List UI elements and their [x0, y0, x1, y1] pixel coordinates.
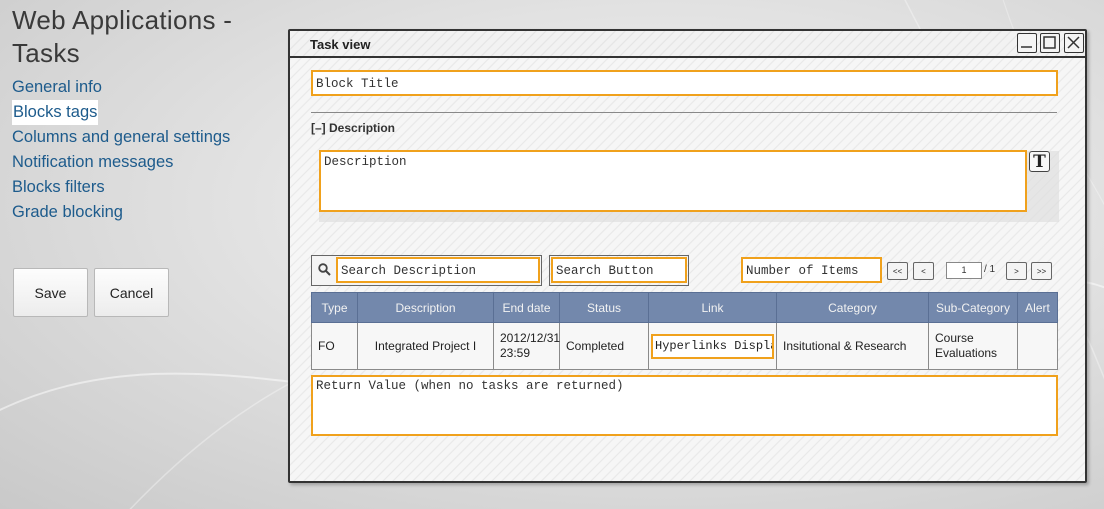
end-date: 2012/12/31	[500, 331, 561, 345]
search-button[interactable]: Search Button	[551, 257, 687, 283]
search-description-input[interactable]: Search Description	[336, 257, 540, 283]
nav-item-blocks-tags[interactable]: Blocks tags	[12, 100, 99, 125]
task-view-window: Task view Block Title [–] Description De…	[288, 29, 1087, 483]
page-total: / 1	[984, 264, 996, 275]
settings-nav: General info Blocks tags Columns and gen…	[12, 75, 230, 225]
table-header-row: Type Description End date Status Link Ca…	[311, 292, 1058, 323]
save-button[interactable]: Save	[13, 268, 88, 317]
table-row[interactable]: FO Integrated Project I 2012/12/31 23:59…	[311, 322, 1058, 370]
column-header-link[interactable]: Link	[648, 292, 777, 323]
end-time: 23:59	[500, 346, 531, 360]
nav-item-general-info[interactable]: General info	[12, 75, 230, 100]
cell-category: Insitutional & Research	[776, 322, 929, 370]
column-header-type[interactable]: Type	[311, 292, 358, 323]
number-of-items-select[interactable]: Number of Items	[741, 257, 882, 283]
divider	[311, 112, 1057, 113]
column-header-status[interactable]: Status	[559, 292, 649, 323]
column-header-end-date[interactable]: End date	[493, 292, 560, 323]
pager-first-button[interactable]: <<	[887, 262, 908, 280]
description-field[interactable]: Description	[319, 150, 1027, 212]
subcategory-line1: Course	[935, 331, 974, 345]
cell-alert	[1017, 322, 1058, 370]
tasks-table: Type Description End date Status Link Ca…	[311, 292, 1058, 370]
cancel-button[interactable]: Cancel	[94, 268, 169, 317]
window-titlebar: Task view	[290, 31, 1085, 58]
search-icon	[318, 263, 331, 281]
cell-link: Hyperlinks Display	[648, 322, 777, 370]
block-title-field[interactable]: Block Title	[311, 70, 1058, 96]
pager-prev-button[interactable]: <	[913, 262, 934, 280]
minimize-icon[interactable]	[1017, 33, 1037, 53]
page-number-input[interactable]: 1	[946, 262, 982, 279]
nav-item-columns-settings[interactable]: Columns and general settings	[12, 125, 230, 150]
description-section-toggle[interactable]: [–] Description	[311, 121, 395, 135]
column-header-category[interactable]: Category	[776, 292, 929, 323]
subcategory-line2: Evaluations	[935, 346, 998, 360]
cell-subcategory: Course Evaluations	[928, 322, 1018, 370]
maximize-icon[interactable]	[1040, 33, 1060, 53]
cell-status: Completed	[559, 322, 649, 370]
cell-end-date: 2012/12/31 23:59	[493, 322, 561, 370]
cell-description: Integrated Project I	[357, 322, 494, 370]
column-header-description[interactable]: Description	[357, 292, 494, 323]
column-header-alert[interactable]: Alert	[1017, 292, 1058, 323]
nav-item-blocks-filters[interactable]: Blocks filters	[12, 175, 230, 200]
nav-item-notification-messages[interactable]: Notification messages	[12, 150, 230, 175]
window-title: Task view	[310, 37, 371, 52]
pager-next-button[interactable]: >	[1006, 262, 1027, 280]
text-format-icon[interactable]: T	[1029, 151, 1050, 172]
column-header-subcategory[interactable]: Sub-Category	[928, 292, 1018, 323]
pager-last-button[interactable]: >>	[1031, 262, 1052, 280]
close-icon[interactable]	[1064, 33, 1084, 53]
hyperlink-display[interactable]: Hyperlinks Display	[651, 333, 774, 359]
return-value-field[interactable]: Return Value (when no tasks are returned…	[311, 375, 1058, 436]
nav-item-grade-blocking[interactable]: Grade blocking	[12, 200, 230, 225]
page-title: Web Applications - Tasks	[12, 5, 233, 68]
cell-type: FO	[311, 322, 358, 370]
